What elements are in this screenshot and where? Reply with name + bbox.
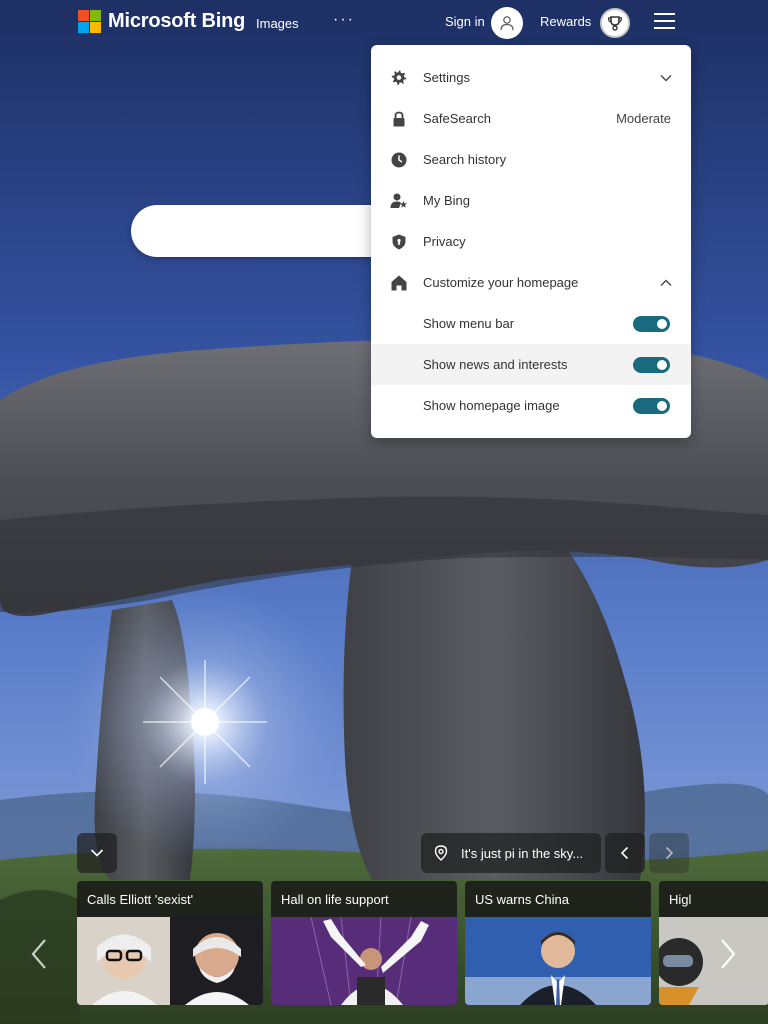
show-homepage-image-label: Show homepage image xyxy=(423,398,560,413)
news-card[interactable]: US warns China xyxy=(465,881,651,1005)
rewards-link[interactable]: Rewards xyxy=(540,14,591,29)
news-headline: Calls Elliott 'sexist' xyxy=(87,892,194,907)
gear-icon xyxy=(391,70,407,85)
show-news-label: Show news and interests xyxy=(423,357,568,372)
menu-item-my-bing[interactable]: My Bing xyxy=(371,180,691,221)
safesearch-value: Moderate xyxy=(616,111,671,126)
image-caption-text: It's just pi in the sky... xyxy=(461,846,584,861)
sign-in-link[interactable]: Sign in xyxy=(445,14,485,29)
toggle-row-show-homepage-image: Show homepage image xyxy=(371,385,691,426)
shield-icon xyxy=(392,234,406,250)
logo-text: Microsoft Bing xyxy=(108,10,246,32)
toggle-row-show-news: Show news and interests xyxy=(371,344,691,385)
news-card[interactable]: Hall on life support xyxy=(271,881,457,1005)
privacy-label: Privacy xyxy=(423,234,466,249)
menu-item-settings[interactable]: Settings xyxy=(371,57,691,98)
menu-hamburger-icon[interactable] xyxy=(654,13,676,31)
search-history-label: Search history xyxy=(423,152,507,167)
show-homepage-image-toggle[interactable] xyxy=(633,398,670,414)
nav-images-link[interactable]: Images xyxy=(256,16,299,31)
show-news-toggle[interactable] xyxy=(633,357,670,373)
news-headline: Hall on life support xyxy=(281,892,389,907)
news-thumbnail xyxy=(659,917,768,1005)
user-star-icon xyxy=(390,193,407,208)
news-headline: Higl xyxy=(669,892,692,907)
chevron-down-icon xyxy=(660,75,672,82)
news-carousel-next-icon[interactable] xyxy=(719,938,737,970)
news-thumbnail xyxy=(271,917,457,1005)
news-headline: US warns China xyxy=(475,892,569,907)
chevron-down-icon xyxy=(90,849,104,857)
customize-label: Customize your homepage xyxy=(423,275,579,290)
news-thumbnail xyxy=(77,917,263,1005)
menu-item-search-history[interactable]: Search history xyxy=(371,139,691,180)
show-menu-bar-label: Show menu bar xyxy=(423,316,515,331)
settings-dropdown-panel: Settings SafeSearch Moderate Search hist… xyxy=(371,45,691,438)
chevron-up-icon xyxy=(660,279,672,286)
my-bing-label: My Bing xyxy=(423,193,470,208)
toggle-row-show-menu-bar: Show menu bar xyxy=(371,303,691,344)
location-pin-icon xyxy=(434,845,448,861)
collapse-feed-button[interactable] xyxy=(77,833,117,873)
menu-item-privacy[interactable]: Privacy xyxy=(371,221,691,262)
safesearch-label: SafeSearch xyxy=(423,111,491,126)
settings-label: Settings xyxy=(423,70,470,85)
next-image-button[interactable] xyxy=(649,833,689,873)
clock-icon xyxy=(391,152,407,168)
image-caption-button[interactable]: It's just pi in the sky... xyxy=(421,833,601,873)
show-menu-bar-toggle[interactable] xyxy=(633,316,670,332)
chevron-left-icon xyxy=(620,846,629,860)
bing-logo[interactable]: Microsoft Bing xyxy=(78,10,245,33)
nav-more-icon[interactable]: ··· xyxy=(333,11,355,29)
top-header: Microsoft Bing Images ··· Sign in Reward… xyxy=(0,0,768,46)
microsoft-logo-icon xyxy=(78,10,101,33)
chevron-right-icon xyxy=(665,846,674,860)
lock-icon xyxy=(393,111,405,127)
news-card[interactable]: Higl xyxy=(659,881,768,1005)
home-icon xyxy=(391,275,407,291)
news-card[interactable]: Calls Elliott 'sexist' xyxy=(77,881,263,1005)
menu-item-safesearch[interactable]: SafeSearch Moderate xyxy=(371,98,691,139)
news-thumbnail xyxy=(465,917,651,1005)
previous-image-button[interactable] xyxy=(605,833,645,873)
news-carousel-previous-icon[interactable] xyxy=(30,938,48,970)
menu-item-customize-homepage[interactable]: Customize your homepage xyxy=(371,262,691,303)
avatar-icon[interactable] xyxy=(491,7,523,39)
rewards-trophy-icon[interactable] xyxy=(600,8,630,38)
